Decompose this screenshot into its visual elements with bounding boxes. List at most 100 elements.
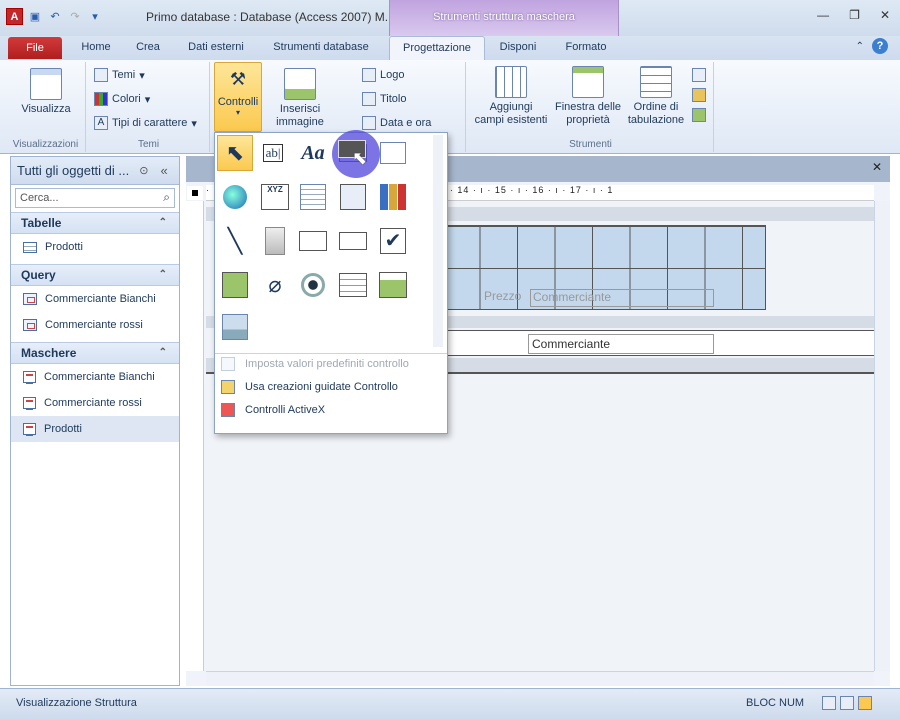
data-ora-button[interactable]: Data e ora bbox=[362, 116, 431, 130]
navigation-tool[interactable] bbox=[295, 179, 331, 215]
tab-crea[interactable]: Crea bbox=[130, 36, 166, 60]
layout-view-icon[interactable] bbox=[840, 696, 854, 710]
tab-control-tool[interactable] bbox=[375, 135, 411, 171]
label-prezzo[interactable]: Prezzo bbox=[484, 289, 521, 303]
tab-file[interactable]: File bbox=[8, 37, 62, 59]
use-wizards-menu-item[interactable]: Usa creazioni guidate Controllo bbox=[221, 376, 398, 398]
activex-icon bbox=[221, 403, 235, 417]
form-icon bbox=[23, 423, 36, 436]
nav-item-query-rossi[interactable]: Commerciante rossi bbox=[11, 312, 179, 338]
label-icon: Aa bbox=[301, 141, 325, 164]
access-logo-icon[interactable]: A bbox=[6, 8, 23, 25]
colori-button[interactable]: Colori ▾ bbox=[94, 92, 150, 106]
titolo-button[interactable]: Titolo bbox=[362, 92, 407, 106]
search-icon[interactable]: ⌕ bbox=[163, 190, 170, 205]
nav-item-form-bianchi[interactable]: Commerciante Bianchi bbox=[11, 364, 179, 390]
option-group-tool[interactable] bbox=[335, 179, 371, 215]
chart-tool[interactable] bbox=[375, 179, 411, 215]
set-defaults-menu-item[interactable]: Imposta valori predefiniti controllo bbox=[221, 353, 409, 375]
nav-section-tabelle[interactable]: Tabelle ⌃ bbox=[11, 212, 179, 234]
tab-home[interactable]: Home bbox=[76, 36, 116, 60]
inserisci-immagine-button[interactable]: Inserisciimmagine ▾ bbox=[272, 68, 328, 142]
logo-icon bbox=[362, 68, 376, 82]
visualizza-button[interactable]: Visualizza bbox=[20, 68, 72, 116]
unbound-object-tool[interactable] bbox=[217, 267, 253, 303]
ribbon-right-controls: ⌃ ? bbox=[856, 38, 888, 54]
themes-icon bbox=[94, 68, 108, 82]
web-browser-tool[interactable]: XYZ bbox=[257, 179, 293, 215]
nav-item-form-prodotti[interactable]: Prodotti bbox=[11, 416, 179, 442]
nav-item-table-prodotti[interactable]: Prodotti bbox=[11, 234, 179, 260]
tab-disponi[interactable]: Disponi bbox=[492, 36, 544, 60]
date-time-icon bbox=[362, 116, 376, 130]
ordine-tabulazione-button[interactable]: Ordine di tabulazione bbox=[624, 66, 688, 127]
title-icon bbox=[362, 92, 376, 106]
select-arrow-tool[interactable]: ⬉ bbox=[217, 135, 253, 171]
collapse-chevron-icon[interactable]: ⌃ bbox=[159, 213, 167, 233]
rectangle-tool[interactable] bbox=[335, 223, 371, 259]
temi-button[interactable]: Temi ▾ bbox=[94, 68, 145, 82]
image-icon bbox=[222, 314, 248, 340]
bound-object-tool[interactable] bbox=[375, 267, 411, 303]
field-commerciante[interactable]: Commerciante bbox=[528, 334, 714, 354]
gallery-scrollbar[interactable] bbox=[433, 135, 443, 347]
close-document-icon[interactable]: ✕ bbox=[872, 160, 882, 174]
line-tool[interactable]: ╲ bbox=[217, 223, 253, 259]
minimize-icon[interactable]: — bbox=[817, 8, 829, 22]
tab-strumenti-database[interactable]: Strumenti database bbox=[266, 36, 376, 60]
nav-item-query-bianchi[interactable]: Commerciante Bianchi bbox=[11, 286, 179, 312]
aggiungi-campi-button[interactable]: Aggiungi campi esistenti bbox=[472, 66, 550, 127]
list-box-tool[interactable] bbox=[295, 223, 331, 259]
tab-formato[interactable]: Formato bbox=[558, 36, 614, 60]
toggle-button-tool[interactable] bbox=[257, 223, 293, 259]
design-view-icon[interactable] bbox=[858, 696, 872, 710]
controlli-button[interactable]: ⚒ Controlli ▾ bbox=[214, 62, 262, 132]
code-icon[interactable] bbox=[692, 88, 706, 102]
status-bar: Visualizzazione Struttura BLOC NUM bbox=[0, 688, 900, 720]
nav-item-form-rossi[interactable]: Commerciante rossi bbox=[11, 390, 179, 416]
collapse-chevron-icon[interactable]: ⌃ bbox=[159, 343, 167, 363]
fonts-icon: A bbox=[94, 116, 108, 130]
undo-icon[interactable]: ↶ bbox=[47, 9, 63, 25]
subform-icon[interactable] bbox=[692, 68, 706, 82]
minimize-ribbon-icon[interactable]: ⌃ bbox=[856, 41, 864, 52]
textbox-tool[interactable]: ab| bbox=[255, 135, 291, 171]
nav-header[interactable]: Tutti gli oggetti di ... ⊙ « bbox=[11, 157, 179, 185]
activex-menu-item[interactable]: Controlli ActiveX bbox=[221, 399, 325, 421]
option-button-tool[interactable] bbox=[295, 267, 331, 303]
horizontal-scrollbar[interactable] bbox=[206, 671, 874, 686]
radio-icon bbox=[301, 273, 325, 297]
nav-section-maschere[interactable]: Maschere ⌃ bbox=[11, 342, 179, 364]
property-sheet-icon bbox=[572, 66, 604, 98]
convert-macros-icon[interactable] bbox=[692, 108, 706, 122]
help-icon[interactable]: ? bbox=[872, 38, 888, 54]
label-tool[interactable]: Aa bbox=[295, 135, 331, 171]
attachment-tool[interactable]: ⌀ bbox=[257, 267, 293, 303]
tab-progettazione[interactable]: Progettazione bbox=[389, 36, 485, 60]
vertical-scrollbar[interactable] bbox=[874, 201, 890, 671]
close-icon[interactable]: ✕ bbox=[880, 8, 890, 22]
image-tool[interactable] bbox=[217, 309, 253, 345]
list-box-icon bbox=[299, 231, 327, 251]
tipi-carattere-button[interactable]: A Tipi di carattere ▾ bbox=[94, 116, 197, 130]
tab-dati-esterni[interactable]: Dati esterni bbox=[182, 36, 250, 60]
finestra-proprieta-button[interactable]: Finestra delle proprietà bbox=[550, 66, 626, 127]
checkbox-tool[interactable]: ✔ bbox=[375, 223, 411, 259]
nav-search-input[interactable]: Cerca... ⌕ bbox=[15, 188, 175, 208]
logo-button[interactable]: Logo bbox=[362, 68, 404, 82]
web-browser-icon: XYZ bbox=[261, 184, 289, 210]
nav-section-query[interactable]: Query ⌃ bbox=[11, 264, 179, 286]
save-icon[interactable]: ▣ bbox=[27, 9, 43, 25]
restore-icon[interactable]: ❐ bbox=[849, 8, 860, 22]
defaults-icon bbox=[221, 357, 235, 371]
subform-tool[interactable] bbox=[335, 267, 371, 303]
hyperlink-tool[interactable] bbox=[217, 179, 253, 215]
collapse-chevron-icon[interactable]: ⌃ bbox=[159, 265, 167, 285]
label-commerciante[interactable]: Commerciante bbox=[530, 289, 714, 307]
nav-dropdown-icon[interactable]: ⊙ bbox=[139, 164, 148, 177]
form-selector[interactable] bbox=[187, 186, 203, 200]
collapse-pane-icon[interactable]: « bbox=[160, 163, 167, 178]
form-view-icon[interactable] bbox=[822, 696, 836, 710]
redo-icon[interactable]: ↷ bbox=[67, 9, 83, 25]
customize-qat-icon[interactable]: ▾ bbox=[87, 9, 103, 25]
